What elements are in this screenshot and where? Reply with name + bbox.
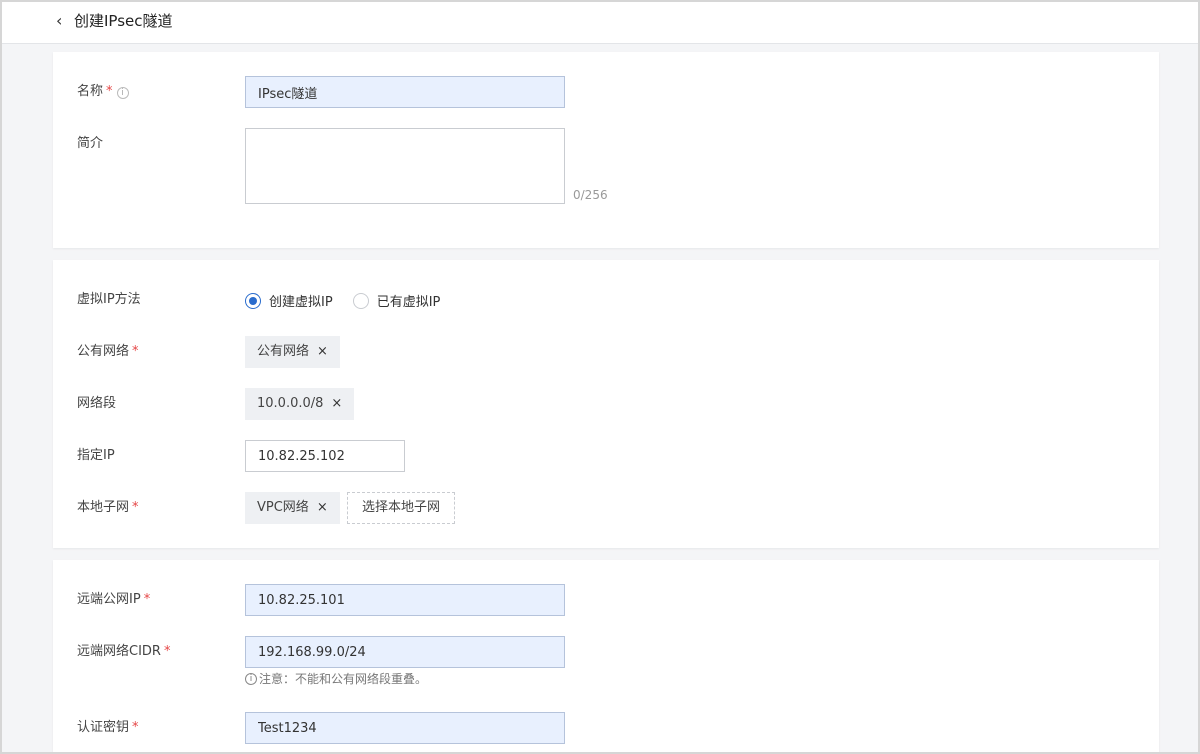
ip-input[interactable] — [245, 440, 405, 472]
segment-tag-text: 10.0.0.0/8 — [257, 396, 324, 411]
desc-char-counter: 0/256 — [573, 188, 608, 202]
info-icon: i — [245, 672, 257, 685]
desc-textarea[interactable] — [245, 128, 565, 204]
info-icon[interactable]: i — [116, 87, 129, 99]
local-subnet-label: 本地子网 * — [77, 499, 139, 517]
required-mark: * — [106, 84, 113, 99]
remote-cidr-label: 远端网络CIDR * — [77, 643, 170, 661]
local-subnet-label-text: 本地子网 — [77, 500, 130, 515]
desc-label: 简介 — [77, 136, 104, 151]
name-input[interactable] — [245, 76, 565, 108]
remote-ip-label-text: 远端公网IP — [77, 592, 141, 607]
remote-cidr-input[interactable] — [245, 636, 565, 668]
remote-ip-label: 远端公网IP * — [77, 591, 150, 609]
public-network-label: 公有网络 * — [77, 343, 139, 361]
segment-tag: 10.0.0.0/8 × — [245, 388, 355, 420]
required-mark: * — [143, 592, 151, 607]
vip-method-label: 虚拟IP方法 — [77, 292, 141, 307]
local-subnet-tag: VPC网络 × — [245, 492, 340, 524]
remove-icon[interactable]: × — [317, 336, 328, 368]
page-header: ‹ 创建IPsec隧道 — [2, 2, 1198, 44]
radio-existing-vip-label: 已有虚拟IP — [376, 295, 441, 310]
ip-label: 指定IP — [77, 448, 115, 463]
public-network-tag: 公有网络 × — [245, 336, 340, 368]
vip-method-radio-group: 创建虚拟IP 已有虚拟IP — [245, 291, 460, 310]
cidr-hint-text: 注意：不能和公有网络段重叠。 — [259, 672, 428, 686]
remote-ip-input[interactable] — [245, 584, 565, 616]
back-chevron-icon[interactable]: ‹ — [56, 11, 70, 31]
app-frame: ‹ 创建IPsec隧道 名称*i 简介 0/256 虚拟IP方法 创建虚拟IP … — [0, 0, 1200, 754]
page-title: 创建IPsec隧道 — [74, 12, 173, 30]
radio-checked-icon — [245, 292, 261, 309]
name-label-text: 名称 — [77, 84, 104, 99]
local-subnet-tag-text: VPC网络 — [257, 500, 309, 515]
radio-create-vip[interactable]: 创建虚拟IP — [245, 291, 333, 310]
auth-key-input[interactable] — [245, 712, 565, 744]
required-mark: * — [132, 500, 139, 515]
cidr-hint: i 注意：不能和公有网络段重叠。 — [245, 670, 427, 687]
radio-existing-vip[interactable]: 已有虚拟IP — [352, 291, 441, 310]
remote-card: 远端公网IP* 远端网络CIDR* i 注意：不能和公有网络段重叠。 认证密钥* — [53, 560, 1159, 752]
remove-icon[interactable]: × — [331, 388, 342, 420]
public-network-tag-text: 公有网络 — [257, 344, 310, 359]
name-label: 名称 * i — [77, 83, 129, 101]
auth-key-label-text: 认证密钥 — [77, 720, 130, 735]
public-network-label-text: 公有网络 — [77, 344, 130, 359]
radio-create-vip-label: 创建虚拟IP — [269, 295, 333, 310]
auth-key-label: 认证密钥 * — [77, 719, 139, 737]
basic-info-card: 名称*i 简介 0/256 — [53, 52, 1159, 248]
select-local-subnet-button[interactable]: 选择本地子网 — [347, 492, 456, 524]
required-mark: * — [132, 344, 139, 359]
radio-unchecked-icon — [352, 292, 369, 309]
remote-cidr-label-text: 远端网络CIDR — [77, 644, 161, 659]
segment-label: 网络段 — [77, 396, 117, 411]
remove-icon[interactable]: × — [317, 492, 328, 524]
required-mark: * — [132, 720, 139, 735]
required-mark: * — [163, 644, 171, 659]
network-card: 虚拟IP方法 创建虚拟IP 已有虚拟IP 公有网络 * 公有网络 × 网络段 10… — [53, 260, 1159, 548]
